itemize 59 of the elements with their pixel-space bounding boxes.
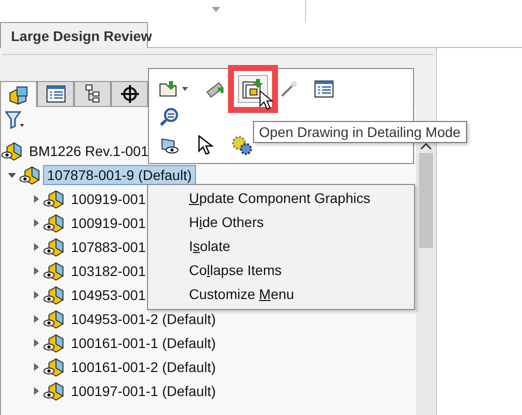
menu-item[interactable]: Collapse Items	[148, 258, 414, 282]
cursor-icon	[259, 90, 273, 110]
component-icon	[43, 261, 65, 281]
component-icon	[43, 309, 65, 329]
tree-item[interactable]: 103182-001	[67, 261, 150, 281]
dropdown-caret-icon[interactable]	[212, 7, 220, 12]
panel-tab[interactable]	[0, 81, 37, 107]
folder-icon	[159, 80, 179, 98]
expand-arrow-icon[interactable]	[32, 363, 40, 371]
crosshair-icon	[120, 84, 140, 104]
expand-arrow-icon[interactable]	[32, 339, 40, 347]
tree-item[interactable]: 100919-001	[67, 189, 150, 209]
scrollbar-thumb[interactable]	[419, 153, 433, 248]
tree-item[interactable]: 107883-001	[67, 237, 150, 257]
tree-item[interactable]: 107878-001-9 (Default)	[43, 165, 196, 185]
hierarchy-icon	[84, 84, 102, 104]
expand-arrow-icon[interactable]	[32, 387, 40, 395]
component-icon	[43, 189, 65, 209]
collapse-arrow-icon[interactable]	[8, 171, 16, 179]
expand-arrow-icon[interactable]	[32, 291, 40, 299]
assembly-icon	[8, 84, 30, 104]
component-icon	[19, 165, 41, 185]
wand-icon	[280, 80, 298, 98]
cursor-icon	[197, 135, 215, 155]
zoom-icon	[159, 107, 179, 127]
panel-tab[interactable]	[111, 81, 148, 107]
tree-item[interactable]: BM1226 Rev.1-001	[25, 141, 153, 161]
tree-item[interactable]: 104953-001-2 (Default)	[67, 309, 220, 329]
tree-item[interactable]: 100161-001-1 (Default)	[67, 333, 220, 353]
tree-item[interactable]: 104953-001	[67, 285, 150, 305]
menu-item[interactable]: Customize Menu	[148, 282, 414, 306]
tree-item[interactable]: 100197-001-1 (Default)	[67, 381, 220, 401]
filter-icon[interactable]	[5, 111, 25, 129]
component-icon	[43, 357, 65, 377]
caret-icon	[182, 87, 188, 91]
tree-item[interactable]: 100161-001-2 (Default)	[67, 357, 220, 377]
list-icon	[46, 85, 66, 103]
component-icon	[43, 381, 65, 401]
menu-item[interactable]: Update Component Graphics	[148, 186, 414, 210]
expand-arrow-icon[interactable]	[32, 195, 40, 203]
panel-tab[interactable]	[37, 81, 74, 107]
cylinder-icon	[204, 80, 226, 98]
component-icon	[43, 213, 65, 233]
expand-arrow-icon[interactable]	[32, 315, 40, 323]
tooltip: Open Drawing in Detailing Mode	[253, 121, 467, 143]
scroll-up-icon[interactable]	[420, 141, 432, 151]
component-icon	[43, 285, 65, 305]
panel-tab[interactable]	[74, 81, 111, 107]
menu-item[interactable]: Isolate	[148, 234, 414, 258]
expand-arrow-icon[interactable]	[32, 267, 40, 275]
component-icon	[43, 237, 65, 257]
list-icon	[314, 80, 334, 98]
expand-arrow-icon[interactable]	[32, 243, 40, 251]
tree-item[interactable]: 100919-001	[67, 213, 150, 233]
expand-arrow-icon[interactable]	[32, 219, 40, 227]
gears-icon	[231, 135, 253, 155]
component-icon	[43, 333, 65, 353]
menu-item[interactable]: Hide Others	[148, 210, 414, 234]
drawing-icon	[242, 79, 264, 99]
